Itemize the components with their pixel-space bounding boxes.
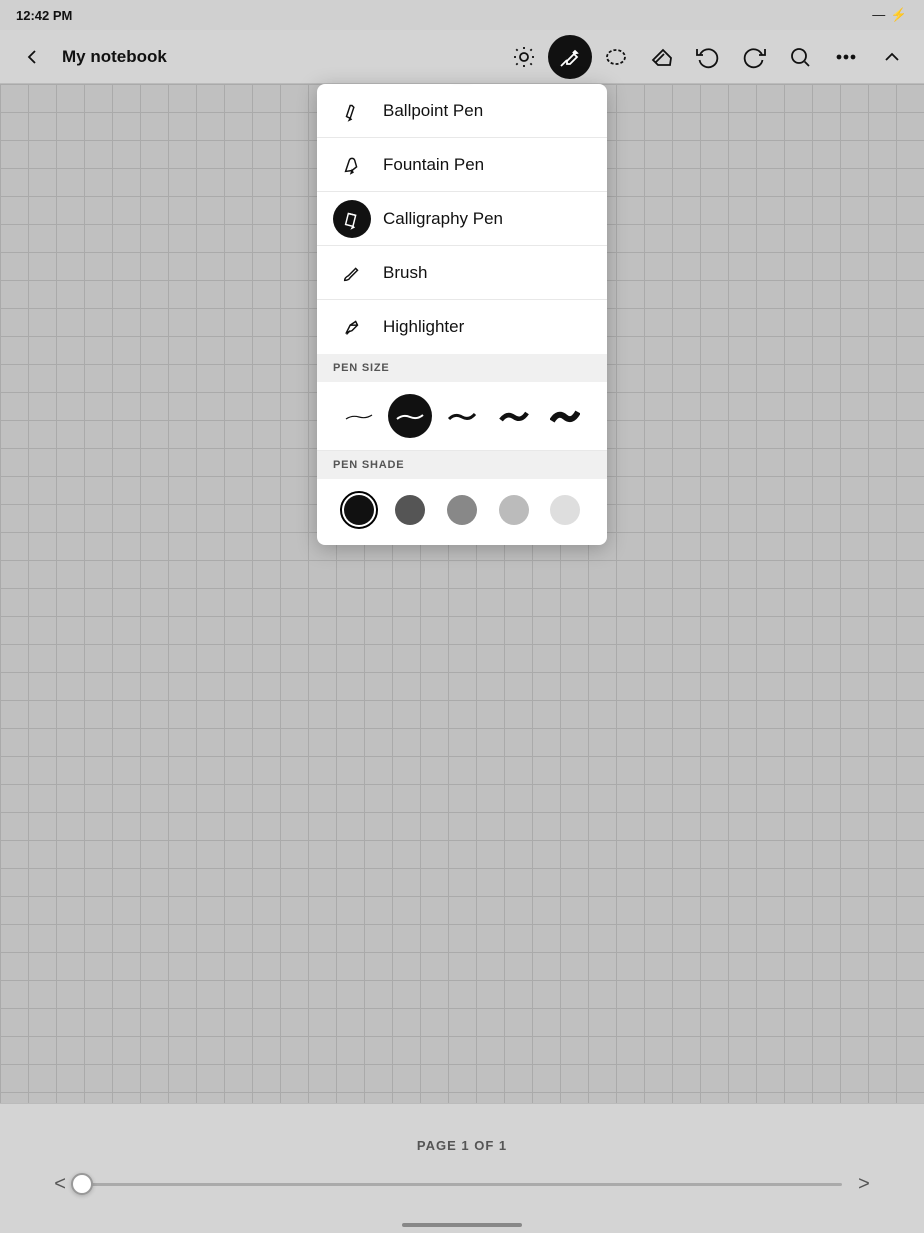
shade-dark-gray[interactable] bbox=[391, 491, 429, 529]
pen-shade-header: PEN SHADE bbox=[317, 451, 607, 479]
pen-type-calligraphy[interactable]: Calligraphy Pen bbox=[317, 192, 607, 246]
pen-type-brush[interactable]: Brush bbox=[317, 246, 607, 300]
shade-light-gray-inner bbox=[499, 495, 529, 525]
shade-gray-inner bbox=[447, 495, 477, 525]
pen-shade-row bbox=[317, 479, 607, 545]
more-button[interactable] bbox=[824, 35, 868, 79]
pen-type-fountain[interactable]: Fountain Pen bbox=[317, 138, 607, 192]
shade-dark-gray-inner bbox=[395, 495, 425, 525]
pen-type-highlighter[interactable]: Highlighter bbox=[317, 300, 607, 354]
pen-size-xs[interactable] bbox=[337, 394, 381, 438]
page-slider-thumb[interactable] bbox=[71, 1173, 93, 1195]
toolbar: My notebook bbox=[0, 30, 924, 84]
highlighter-icon bbox=[333, 308, 371, 346]
lasso-button[interactable] bbox=[594, 35, 638, 79]
page-navigation: < > bbox=[46, 1169, 878, 1200]
toolbar-left: My notebook bbox=[10, 35, 498, 79]
pen-size-row bbox=[317, 382, 607, 451]
pen-size-header: PEN SIZE bbox=[317, 354, 607, 382]
pen-size-xl[interactable] bbox=[543, 394, 587, 438]
notebook-title: My notebook bbox=[62, 47, 167, 67]
status-time: 12:42 PM bbox=[16, 8, 72, 23]
brush-icon bbox=[333, 254, 371, 292]
fountain-label: Fountain Pen bbox=[383, 155, 484, 175]
pen-type-dropdown: Ballpoint Pen Fountain Pen Calligraphy P… bbox=[317, 84, 607, 545]
calligraphy-icon bbox=[333, 200, 371, 238]
status-bar: 12:42 PM — ⚡ bbox=[0, 0, 924, 30]
shade-black-inner bbox=[344, 495, 374, 525]
pen-size-lg[interactable] bbox=[492, 394, 536, 438]
brightness-button[interactable] bbox=[502, 35, 546, 79]
eraser-button[interactable] bbox=[640, 35, 684, 79]
page-indicator: PAGE 1 OF 1 bbox=[417, 1138, 507, 1153]
shade-lightest-gray[interactable] bbox=[546, 491, 584, 529]
next-page-button[interactable]: > bbox=[850, 1169, 878, 1200]
battery-icon: — ⚡ bbox=[872, 7, 908, 23]
collapse-button[interactable] bbox=[870, 35, 914, 79]
fountain-icon bbox=[333, 146, 371, 184]
pen-size-sm[interactable] bbox=[388, 394, 432, 438]
shade-gray[interactable] bbox=[443, 491, 481, 529]
brush-label: Brush bbox=[383, 263, 427, 283]
home-indicator bbox=[402, 1223, 522, 1227]
highlighter-label: Highlighter bbox=[383, 317, 464, 337]
shade-black[interactable] bbox=[340, 491, 378, 529]
shade-lightest-gray-inner bbox=[550, 495, 580, 525]
pen-size-md[interactable] bbox=[440, 394, 484, 438]
ballpoint-icon bbox=[333, 92, 371, 130]
prev-page-button[interactable]: < bbox=[46, 1169, 74, 1200]
pen-type-ballpoint[interactable]: Ballpoint Pen bbox=[317, 84, 607, 138]
pen-tool-button[interactable] bbox=[548, 35, 592, 79]
status-right: — ⚡ bbox=[872, 7, 908, 23]
search-button[interactable] bbox=[778, 35, 822, 79]
bottom-bar: PAGE 1 OF 1 < > bbox=[0, 1103, 924, 1233]
toolbar-right bbox=[502, 35, 914, 79]
back-button[interactable] bbox=[10, 35, 54, 79]
calligraphy-label: Calligraphy Pen bbox=[383, 209, 503, 229]
ballpoint-label: Ballpoint Pen bbox=[383, 101, 483, 121]
page-slider-track[interactable] bbox=[82, 1183, 842, 1186]
undo-button[interactable] bbox=[686, 35, 730, 79]
shade-light-gray[interactable] bbox=[495, 491, 533, 529]
redo-button[interactable] bbox=[732, 35, 776, 79]
